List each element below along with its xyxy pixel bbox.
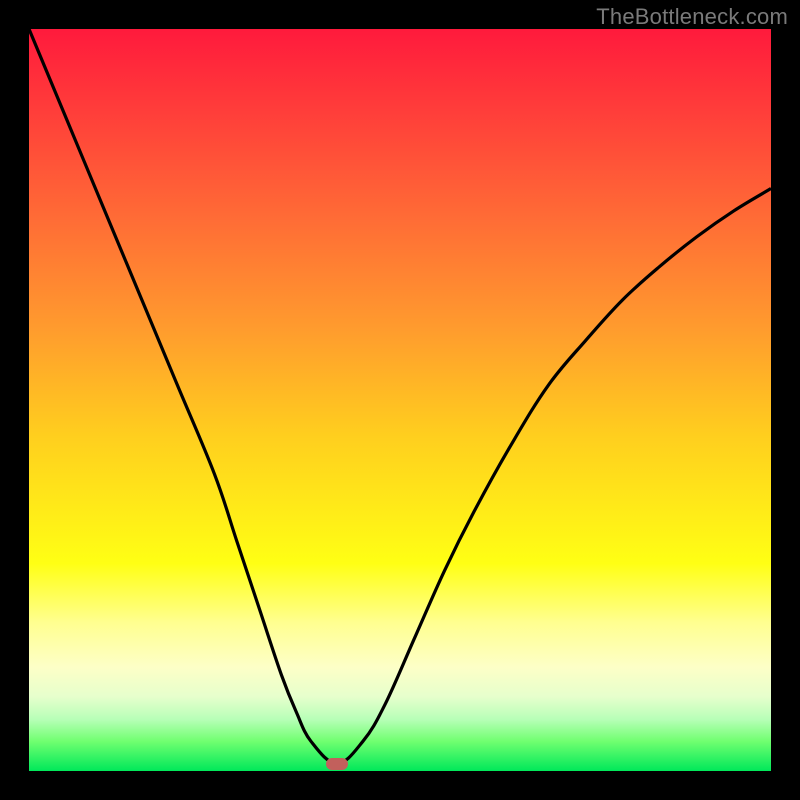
optimal-point-marker xyxy=(326,758,348,770)
bottleneck-curve xyxy=(29,29,771,771)
curve-line xyxy=(29,29,771,764)
chart-plot-area xyxy=(29,29,771,771)
watermark-text: TheBottleneck.com xyxy=(596,4,788,30)
